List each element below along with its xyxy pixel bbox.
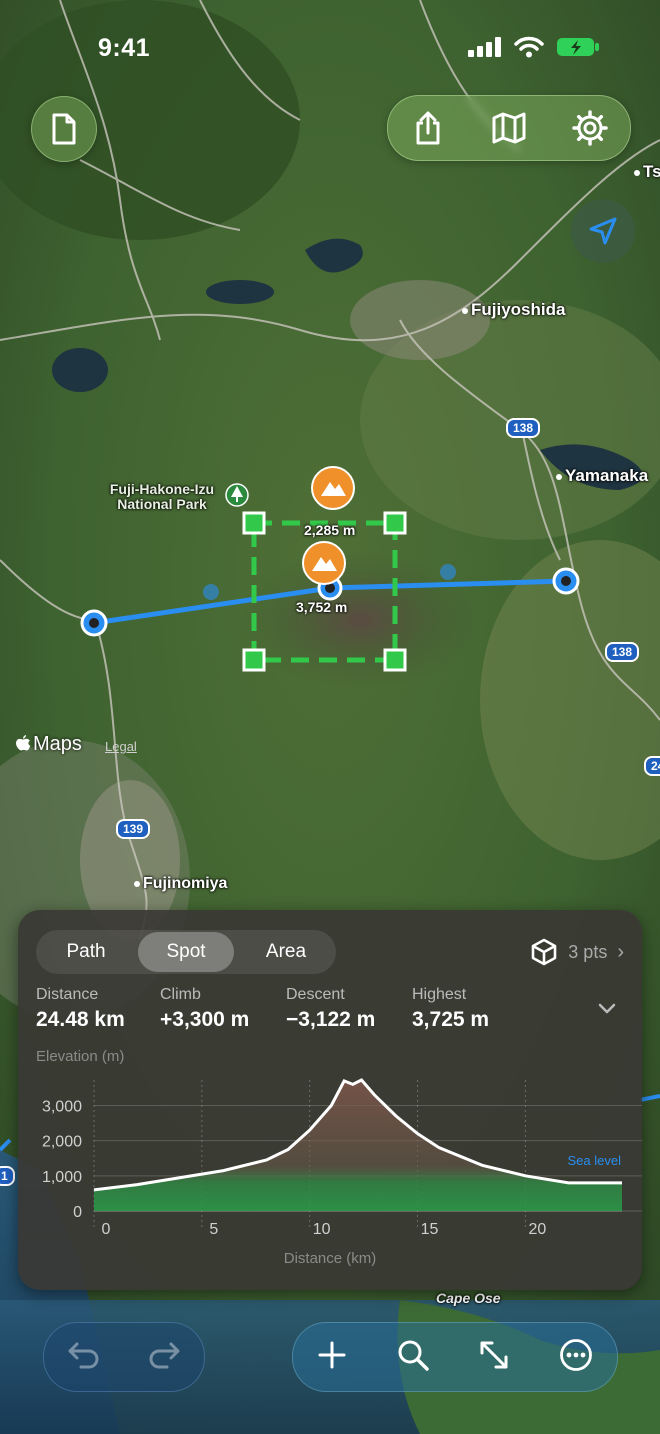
expand-arrows-icon	[480, 1341, 508, 1368]
maps-text: Maps	[33, 733, 82, 755]
settings-button[interactable]	[560, 110, 620, 146]
legal-link[interactable]: Legal	[105, 739, 137, 754]
marker-label-3752: 3,752 m	[296, 599, 348, 615]
route-info-panel: Path Spot Area 3 pts › Distance 24.48 km…	[18, 910, 642, 1290]
x-tick-label: 5	[209, 1221, 218, 1238]
action-bar	[292, 1322, 618, 1392]
cellular-signal-icon	[468, 37, 501, 57]
document-button[interactable]	[31, 96, 97, 162]
route-shield: 139	[116, 819, 151, 839]
expand-button[interactable]	[478, 1339, 510, 1376]
stat-distance: Distance 24.48 km	[36, 986, 125, 1032]
place-name: Fujiyoshida	[471, 300, 566, 319]
route-shield: 138	[605, 642, 640, 662]
maps-attribution: Maps	[15, 733, 82, 756]
more-ellipsis-icon	[559, 1338, 592, 1371]
stat-descent: Descent −3,122 m	[286, 986, 375, 1032]
place-label-ts[interactable]: Ts	[634, 162, 660, 182]
x-tick-label: 20	[528, 1221, 546, 1238]
apple-logo-icon	[16, 735, 31, 751]
route-end-point[interactable]	[552, 567, 580, 595]
share-icon	[416, 111, 440, 145]
redo-button[interactable]	[147, 1340, 181, 1375]
stat-label: Climb	[160, 986, 201, 1003]
y-tick-label: 2,000	[42, 1134, 82, 1151]
elevation-axis-label: Elevation (m)	[36, 1048, 125, 1065]
stat-value: 3,725 m	[412, 1008, 490, 1031]
selection-handle[interactable]	[242, 511, 266, 535]
marker-label-2285: 2,285 m	[304, 522, 356, 538]
y-tick-label: 1,000	[42, 1169, 82, 1186]
park-icon	[225, 483, 249, 507]
place-label-yamanaka[interactable]: Yamanaka	[556, 466, 648, 486]
top-toolbar	[387, 95, 631, 161]
gear-icon	[571, 110, 608, 146]
status-bar: 9:41	[0, 0, 660, 96]
stat-label: Highest	[412, 986, 467, 1003]
share-button[interactable]	[398, 111, 458, 145]
map-style-button[interactable]	[479, 112, 539, 144]
stat-value: +3,300 m	[160, 1008, 250, 1031]
battery-charging-icon	[557, 38, 599, 56]
place-label-fujiyoshida[interactable]: Fujiyoshida	[462, 300, 565, 320]
x-tick-label: 15	[421, 1221, 439, 1238]
place-label-park[interactable]: Fuji-Hakone-Izu National Park	[100, 482, 224, 512]
stat-label: Descent	[286, 986, 345, 1003]
route-shield: 138	[506, 418, 541, 438]
sea-level-label: Sea level	[568, 1153, 622, 1168]
search-icon	[398, 1340, 429, 1371]
stat-label: Distance	[36, 986, 99, 1003]
route-shield: 1	[0, 1166, 15, 1186]
chevron-down-icon[interactable]	[598, 1002, 616, 1020]
wifi-icon	[514, 36, 544, 58]
route-shield: 24	[644, 756, 660, 776]
elevation-area	[94, 1080, 622, 1211]
undo-redo-bar	[43, 1322, 205, 1392]
tab-spot[interactable]: Spot	[138, 932, 234, 972]
plus-icon	[318, 1341, 346, 1368]
place-label-fujinomiya[interactable]: Fujinomiya	[134, 875, 227, 893]
points-count: 3 pts	[568, 941, 608, 962]
stat-value: −3,122 m	[286, 1008, 376, 1031]
undo-button[interactable]	[67, 1340, 101, 1375]
add-button[interactable]	[317, 1340, 347, 1375]
cube-icon	[531, 938, 557, 966]
chevron-right-icon: ›	[617, 940, 624, 963]
stat-climb: Climb +3,300 m	[160, 986, 249, 1032]
distance-axis-label: Distance (km)	[283, 1250, 377, 1267]
place-label-cape-ose[interactable]: Cape Ose	[436, 1290, 501, 1306]
stat-value: 24.48 km	[36, 1008, 125, 1031]
redo-icon	[149, 1342, 180, 1368]
tab-path[interactable]: Path	[38, 932, 134, 972]
peak-marker-icon[interactable]	[311, 466, 355, 510]
peak-marker-icon[interactable]	[302, 541, 346, 585]
stat-highest: Highest 3,725 m	[412, 986, 489, 1032]
x-tick-label: 0	[102, 1221, 111, 1238]
mode-segmented-control: Path Spot Area	[36, 930, 336, 974]
tab-area[interactable]: Area	[238, 932, 334, 972]
place-name: Fujinomiya	[143, 875, 228, 892]
place-name: Ts	[643, 162, 660, 181]
selection-handle[interactable]	[383, 511, 407, 535]
y-tick-label: 3,000	[42, 1098, 82, 1115]
locate-me-button[interactable]	[571, 199, 635, 263]
map-icon	[492, 112, 526, 144]
selection-handle[interactable]	[242, 648, 266, 672]
place-name: Yamanaka	[565, 466, 649, 485]
undo-icon	[68, 1342, 99, 1368]
route-start-point[interactable]	[80, 609, 108, 637]
points-button[interactable]: 3 pts ›	[530, 938, 624, 966]
elevation-chart[interactable]: 0 1,000 2,000 3,000 0 5 10 15 20 Sea level	[18, 1070, 642, 1260]
document-icon	[52, 113, 76, 145]
search-button[interactable]	[396, 1338, 430, 1377]
selection-handle[interactable]	[383, 648, 407, 672]
location-arrow-icon	[589, 217, 617, 245]
status-time: 9:41	[98, 34, 151, 62]
x-tick-label: 10	[313, 1221, 331, 1238]
y-tick-label: 0	[73, 1204, 82, 1221]
more-button[interactable]	[559, 1338, 593, 1377]
